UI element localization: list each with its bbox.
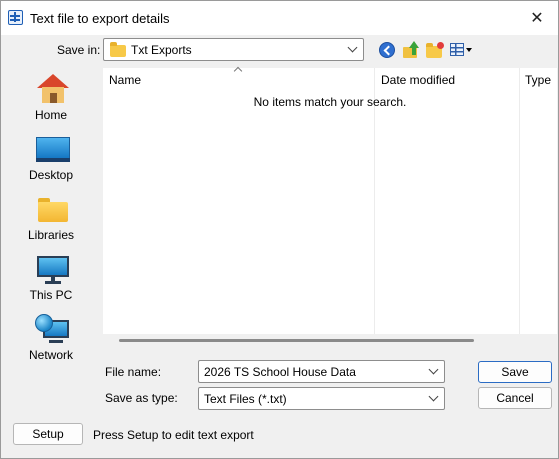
column-header-name[interactable]: Name (109, 73, 141, 87)
folder-icon (110, 42, 126, 57)
place-this-pc[interactable]: This PC (5, 248, 97, 304)
sort-ascending-icon (233, 66, 243, 76)
close-button[interactable]: ✕ (522, 6, 552, 30)
home-icon (37, 74, 69, 104)
save-in-value: Txt Exports (131, 43, 192, 57)
save-button[interactable]: Save (478, 361, 552, 383)
cancel-button[interactable]: Cancel (478, 387, 552, 409)
view-grid-icon (450, 43, 464, 56)
desktop-icon (36, 137, 70, 163)
place-libraries[interactable]: Libraries (5, 188, 97, 244)
setup-button[interactable]: Setup (13, 423, 83, 445)
save-in-dropdown[interactable]: Txt Exports (103, 38, 364, 61)
network-icon (35, 314, 71, 346)
chevron-down-icon (347, 42, 358, 53)
save-in-label: Save in: (57, 43, 101, 57)
this-pc-icon (37, 256, 69, 284)
chevron-down-icon (428, 391, 439, 402)
view-menu-button[interactable] (450, 42, 474, 58)
dropdown-arrow-icon (466, 48, 472, 52)
file-name-value: 2026 TS School House Data (204, 365, 356, 379)
place-label: Home (34, 108, 67, 122)
places-bar: Home Desktop Libraries This PC Network (5, 68, 97, 378)
setup-hint: Press Setup to edit text export (93, 428, 254, 442)
file-list[interactable]: Name Date modified Type No items match y… (103, 66, 557, 334)
place-label: Libraries (27, 228, 75, 242)
place-label: Desktop (28, 168, 74, 182)
chevron-down-icon[interactable] (428, 364, 439, 375)
save-as-type-value: Text Files (*.txt) (204, 392, 287, 406)
place-network[interactable]: Network (5, 308, 97, 364)
save-as-type-label: Save as type: (105, 391, 178, 405)
horizontal-scrollbar[interactable] (103, 334, 557, 348)
save-dialog: Text file to export details ✕ Save in: T… (0, 0, 559, 459)
file-name-field[interactable]: 2026 TS School House Data (198, 360, 445, 383)
back-button[interactable] (379, 42, 395, 58)
libraries-icon (38, 198, 68, 222)
title-bar: Text file to export details ✕ (1, 1, 558, 35)
save-as-type-dropdown[interactable]: Text Files (*.txt) (198, 387, 445, 410)
empty-message: No items match your search. (253, 95, 407, 109)
place-desktop[interactable]: Desktop (5, 128, 97, 184)
column-header-type[interactable]: Type (525, 73, 551, 87)
place-home[interactable]: Home (5, 68, 97, 124)
column-header-date-modified[interactable]: Date modified (381, 73, 455, 87)
place-label: Network (28, 348, 73, 362)
new-folder-button[interactable] (426, 42, 444, 58)
up-one-level-button[interactable] (403, 41, 419, 59)
scrollbar-thumb[interactable] (119, 339, 474, 342)
app-icon (8, 10, 23, 25)
arrow-up-icon (409, 41, 419, 48)
file-name-label: File name: (105, 365, 162, 379)
place-label: This PC (29, 288, 73, 302)
window-title: Text file to export details (30, 11, 170, 26)
